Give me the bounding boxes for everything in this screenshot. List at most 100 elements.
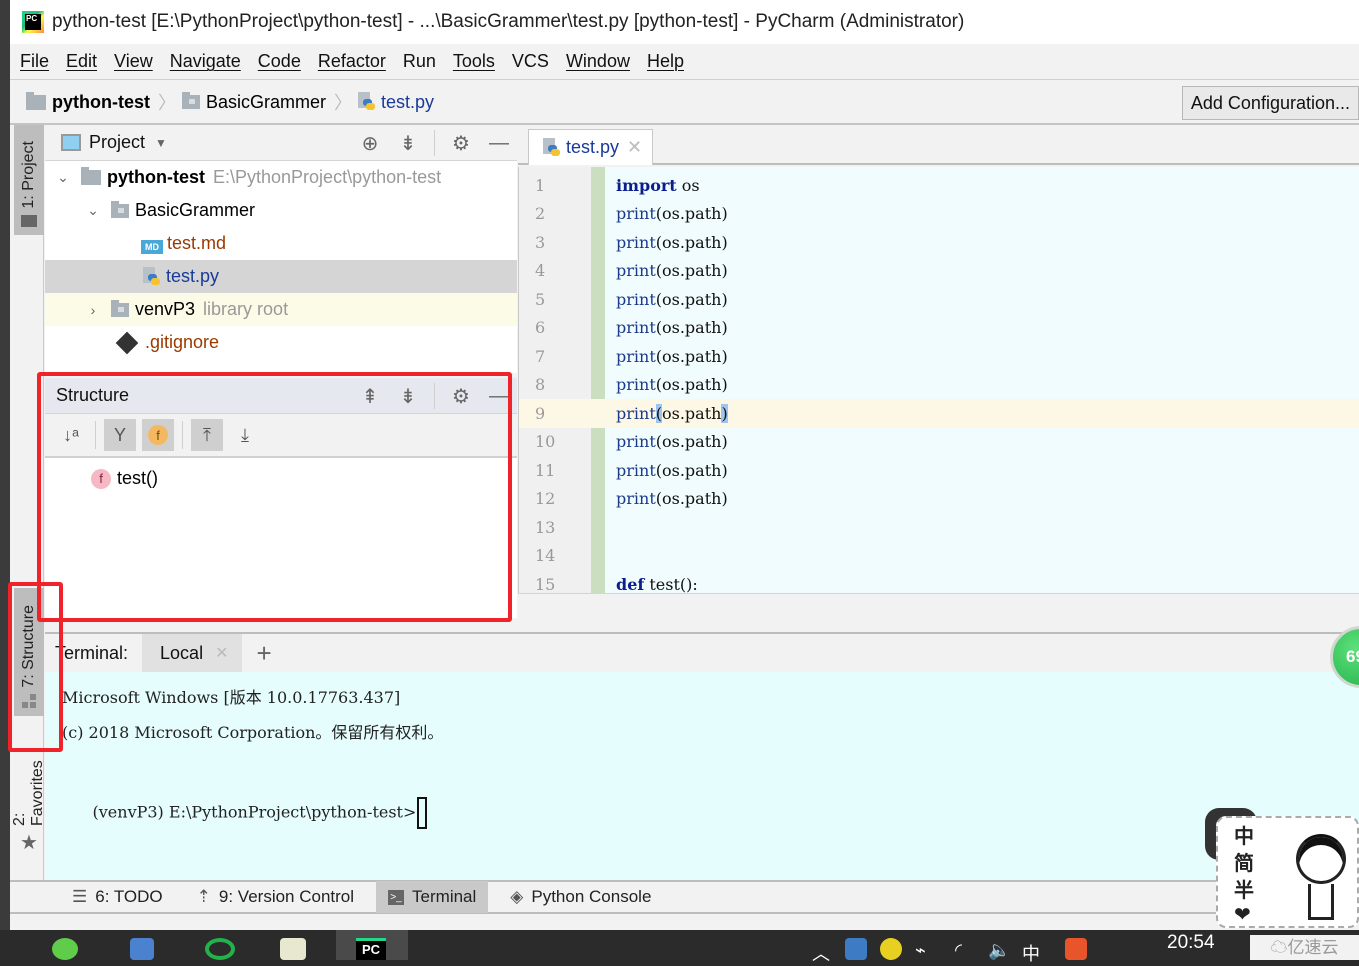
tree-item-test-py[interactable]: test.py — [45, 260, 517, 293]
volume-icon[interactable]: 🔈 — [988, 940, 1010, 961]
menu-tools[interactable]: Tools — [453, 51, 495, 72]
editor-tab-test-py[interactable]: test.py ✕ — [528, 129, 654, 165]
sticker-text: 中简半 — [1234, 826, 1254, 902]
show-fields-button[interactable]: f — [142, 419, 174, 451]
collapse-all-icon[interactable]: ⇟ — [396, 131, 420, 155]
menu-navigate[interactable]: Navigate — [170, 51, 241, 72]
menu-file[interactable]: File — [20, 51, 49, 72]
project-tree: ⌄ python-test E:\PythonProject\python-te… — [45, 161, 517, 359]
code-token: (os.path) — [655, 289, 728, 309]
code-line[interactable]: 8 print(os.path) — [519, 371, 1359, 400]
tree-item-test-md[interactable]: MD test.md — [45, 227, 517, 260]
tool-tab-project[interactable]: 1: Project — [14, 125, 44, 235]
menu-help[interactable]: Help — [647, 51, 684, 72]
menu-refactor[interactable]: Refactor — [318, 51, 386, 72]
taskbar-app-pycharm[interactable]: PC — [336, 930, 408, 960]
code-line[interactable]: 6 print(os.path) — [519, 314, 1359, 343]
structure-icon — [22, 694, 36, 708]
menu-run[interactable]: Run — [403, 51, 436, 72]
tray-app-blue[interactable] — [845, 938, 867, 960]
tree-item-gitignore[interactable]: .gitignore — [45, 326, 517, 359]
terminal-prompt-line[interactable]: (venvP3) E:\PythonProject\python-test> — [62, 778, 428, 848]
function-token: print — [616, 261, 656, 281]
show-inherited-icon[interactable]: Y — [104, 419, 136, 451]
expand-all-icon[interactable]: ⇞ — [358, 384, 382, 408]
line-number: 9 — [519, 403, 591, 423]
code-token: (os.path) — [655, 346, 728, 366]
power-icon[interactable]: ⌁ — [915, 940, 926, 961]
code-line[interactable]: 12 print(os.path) — [519, 485, 1359, 514]
autoscroll-from-source-icon[interactable]: ⤓ — [229, 419, 261, 451]
code-token: (os.path) — [655, 460, 728, 480]
separator — [182, 421, 183, 449]
menu-edit[interactable]: Edit — [66, 51, 97, 72]
close-icon[interactable]: ✕ — [215, 643, 228, 663]
gear-icon[interactable]: ⚙ — [449, 384, 473, 408]
windows-taskbar: PC ︿ ⌁ ◜ 🔈 中 20:54 ☁亿速云 — [0, 930, 1359, 964]
taskbar-app-explorer[interactable] — [130, 938, 154, 960]
code-line[interactable]: 1 import os — [519, 171, 1359, 200]
locate-icon[interactable]: ⊕ — [358, 131, 382, 155]
terminal-tab-local[interactable]: Local ✕ — [142, 634, 243, 672]
code-text: print(os.path) — [616, 489, 728, 508]
tray-chevron-up-icon[interactable]: ︿ — [812, 940, 830, 966]
taskbar-app-notepad[interactable] — [280, 938, 306, 960]
tool-tab-favorites[interactable]: 2: Favorites ★ — [11, 745, 46, 863]
minimize-icon[interactable]: — — [487, 131, 511, 155]
autoscroll-to-source-icon[interactable]: ⤒ — [191, 419, 223, 451]
code-line[interactable]: 3 print(os.path) — [519, 228, 1359, 257]
tree-item-basicgrammer[interactable]: ⌄ BasicGrammer — [45, 194, 517, 227]
tool-tab-python-console[interactable]: ◈ Python Console — [498, 881, 663, 913]
ime-indicator[interactable]: 中 — [1022, 940, 1040, 966]
tool-tab-structure[interactable]: 7: Structure — [14, 588, 44, 716]
tool-tab-terminal[interactable]: >_ Terminal — [376, 881, 489, 913]
structure-item-test[interactable]: f test() — [45, 462, 517, 495]
tool-tab-version-control[interactable]: ⇡ 9: Version Control — [185, 881, 366, 913]
project-view-selector[interactable]: Project — [89, 132, 145, 153]
tool-tab-todo[interactable]: ☰ 6: TODO — [60, 881, 175, 913]
breadcrumb-project[interactable]: python-test — [26, 91, 150, 113]
taskbar-app-wechat[interactable] — [52, 938, 78, 960]
code-token: (os.path) — [655, 432, 728, 452]
wifi-icon[interactable]: ◜ — [955, 940, 962, 961]
code-line[interactable]: 4 print(os.path) — [519, 257, 1359, 286]
chevron-down-icon[interactable]: ⌄ — [85, 202, 101, 219]
code-line[interactable]: 13 — [519, 513, 1359, 542]
new-terminal-button[interactable]: + — [256, 638, 271, 669]
line-number: 13 — [535, 517, 556, 537]
chevron-down-icon[interactable]: ▼ — [155, 136, 167, 150]
terminal-icon: >_ — [388, 889, 405, 905]
tray-app-yellow[interactable] — [880, 938, 902, 960]
menu-bar: File Edit View Navigate Code Refactor Ru… — [10, 44, 1359, 80]
close-icon[interactable]: ✕ — [627, 137, 642, 158]
taskbar-clock[interactable]: 20:54 — [1167, 932, 1215, 954]
tree-item-venvp3[interactable]: › venvP3 library root — [45, 293, 517, 326]
code-line[interactable]: 15 def test(): — [519, 570, 1359, 593]
code-line[interactable]: 5 print(os.path) — [519, 285, 1359, 314]
tree-item-project-root[interactable]: ⌄ python-test E:\PythonProject\python-te… — [45, 161, 517, 194]
menu-code[interactable]: Code — [258, 51, 301, 72]
code-editor[interactable]: 1 import os 2 print(os.path) 3 print(os.path)… — [518, 167, 1359, 593]
breadcrumb-separator: 〉 — [334, 93, 353, 113]
code-line[interactable]: 11 print(os.path) — [519, 456, 1359, 485]
menu-view[interactable]: View — [114, 51, 153, 72]
breadcrumb-file[interactable]: test.py — [358, 92, 434, 113]
code-line[interactable]: 14 — [519, 542, 1359, 571]
tray-app-sogou[interactable] — [1065, 938, 1087, 960]
menu-window[interactable]: Window — [566, 51, 630, 72]
editor-empty-area — [518, 593, 1359, 631]
collapse-all-icon[interactable]: ⇟ — [396, 384, 420, 408]
add-configuration-button[interactable]: Add Configuration... — [1181, 86, 1359, 120]
minimize-icon[interactable]: — — [487, 384, 511, 408]
code-line[interactable]: 10 print(os.path) — [519, 428, 1359, 457]
chevron-right-icon[interactable]: › — [85, 302, 101, 318]
code-line[interactable]: 9 print(os.path) — [519, 399, 1359, 428]
gear-icon[interactable]: ⚙ — [449, 131, 473, 155]
chevron-down-icon[interactable]: ⌄ — [55, 169, 71, 186]
sort-alphabetically-icon[interactable]: ↓ᵃ — [55, 419, 87, 451]
breadcrumb-folder[interactable]: BasicGrammer — [182, 92, 326, 113]
taskbar-app-green[interactable] — [205, 938, 235, 960]
code-line[interactable]: 7 print(os.path) — [519, 342, 1359, 371]
menu-vcs[interactable]: VCS — [512, 51, 549, 72]
code-line[interactable]: 2 print(os.path) — [519, 200, 1359, 229]
